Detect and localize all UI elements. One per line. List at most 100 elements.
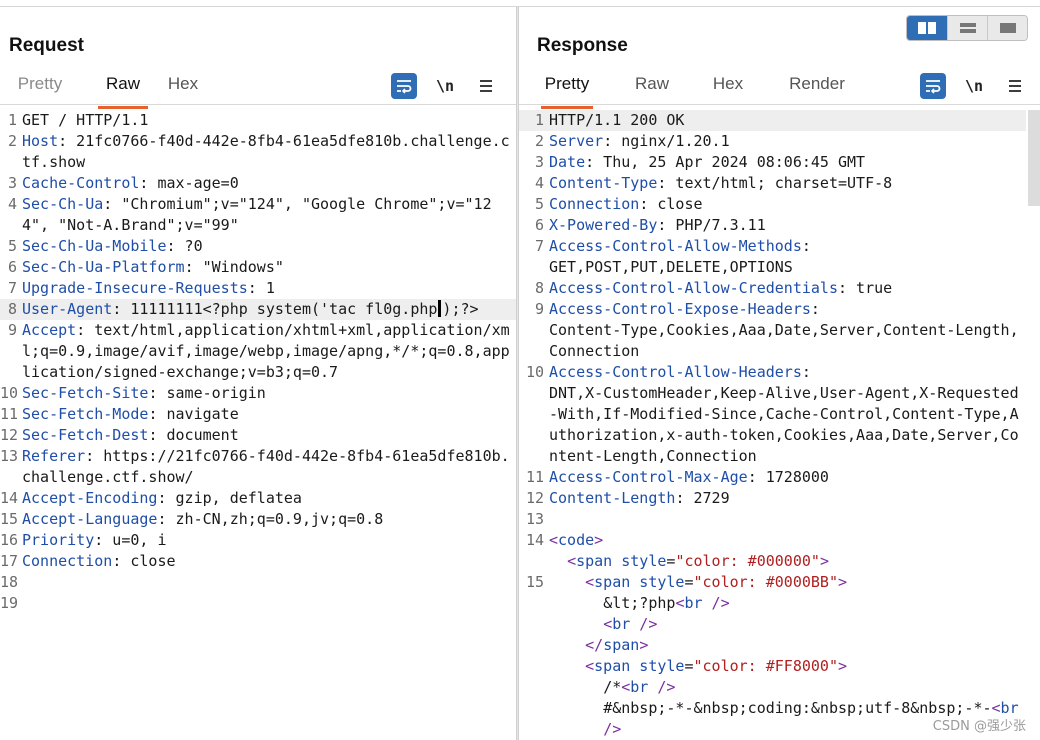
code-token: style [630,573,685,591]
line-content: Sec-Fetch-Mode: navigate [22,404,516,425]
code-line: 3 Date: Thu, 25 Apr 2024 08:06:45 GMT [519,152,1026,173]
line-content: Accept: text/html,application/xhtml+xml,… [22,320,516,383]
code-line: 8 Access-Control-Allow-Credentials: true [519,278,1026,299]
code-line: /*<br /> [519,677,1026,698]
code-token: /> [630,615,658,633]
header-name: Access-Control-Max-Age [549,468,748,486]
menu-icon[interactable] [1002,73,1028,99]
line-number: 3 [534,153,544,171]
header-name: Accept-Language [22,510,158,528]
request-title: Request [9,35,84,56]
code-token: : navigate [148,405,239,423]
side-by-side-layout-icon[interactable] [907,16,947,40]
stacked-layout-icon[interactable] [947,16,987,40]
newline-icon[interactable]: \n [432,73,458,99]
header-name: Date [549,153,586,171]
header-name: Upgrade-Insecure-Requests [22,279,248,297]
code-token: : same-origin [148,384,266,402]
line-content: <span style="color: #0000BB"> [549,572,1026,593]
response-tab-render[interactable]: Render [787,71,847,105]
request-tab-pretty[interactable]: Pretty [16,71,64,105]
code-token: </ [549,636,604,654]
header-name: Connection [22,552,113,570]
code-line: 6 X-Powered-By: PHP/7.3.11 [519,215,1026,236]
code-line: 11 Sec-Fetch-Mode: navigate [0,404,516,425]
line-content: GET / HTTP/1.1 [22,110,516,131]
code-line: 14 Accept-Encoding: gzip, deflatea [0,488,516,509]
request-editor[interactable]: 1 GET / HTTP/1.1 2 Host: 21fc0766-f40d-442e… [0,110,516,740]
line-content: </span> [549,635,1026,656]
line-number: 13 [0,447,19,465]
header-name: Sec-Fetch-Mode [22,405,149,423]
code-token: : "Windows" [184,258,284,276]
line-content: Sec-Ch-Ua: "Chromium";v="124", "Google C… [22,194,516,236]
code-token: /* [549,678,622,696]
header-name: Server [549,132,604,150]
line-number: 10 [525,363,544,381]
code-token: : nginx/1.20.1 [603,132,730,150]
line-number: 7 [534,237,544,255]
response-pane: Response Pretty Raw Hex Render \n 1 HTTP/… [519,7,1040,740]
line-number: 2 [7,132,17,150]
request-tab-hex[interactable]: Hex [166,71,200,105]
code-token: : https://21fc0766-f40d-442e-8fb4-61ea5d… [22,447,510,486]
line-number [519,698,549,740]
code-token: > [838,657,848,675]
code-token: : document [148,426,239,444]
request-tab-divider [0,104,516,105]
line-number: 4 [534,174,544,192]
code-line: 11 Access-Control-Max-Age: 1728000 [519,467,1026,488]
header-name: Cache-Control [22,174,140,192]
code-line: 9 Access-Control-Expose-Headers: Content-… [519,299,1026,362]
line-number: 12 [525,489,544,507]
code-line: 5 Connection: close [519,194,1026,215]
header-name: Host [22,132,59,150]
code-token: = [684,573,694,591]
line-number: 13 [525,510,544,528]
code-line: <span style="color: #000000"> [519,551,1026,572]
header-name: Referer [22,447,86,465]
menu-icon[interactable] [473,73,499,99]
line-number: 8 [7,300,17,318]
response-tab-raw[interactable]: Raw [633,71,671,105]
code-token: GET / HTTP/1.1 [22,111,149,129]
header-name: Accept-Encoding [22,489,158,507]
response-tab-hex[interactable]: Hex [711,71,745,105]
line-content: Cache-Control: max-age=0 [22,173,516,194]
line-number: 9 [534,300,544,318]
line-content: User-Agent: 11111111<?php system('tac fl… [22,299,516,320]
line-number: 15 [0,510,19,528]
code-token: : zh-CN,zh;q=0.9,jv;q=0.8 [157,510,384,528]
response-tab-pretty[interactable]: Pretty [541,71,593,109]
line-number: 2 [534,132,544,150]
line-number [519,551,549,572]
request-tab-raw[interactable]: Raw [98,71,148,109]
response-scrollbar[interactable] [1028,110,1040,206]
line-content [22,572,516,593]
code-token: < [549,615,613,633]
single-layout-icon[interactable] [987,16,1027,40]
newline-icon[interactable]: \n [961,73,987,99]
response-editor[interactable]: 1 HTTP/1.1 200 OK 2 Server: nginx/1.20.1 3 Da… [519,110,1040,740]
code-token: : text/html; charset=UTF-8 [657,174,893,192]
code-token: /> [603,720,622,738]
response-title: Response [537,35,628,56]
line-content: Sec-Ch-Ua-Platform: "Windows" [22,257,516,278]
line-content [549,509,1026,530]
header-name: Sec-Fetch-Dest [22,426,149,444]
line-content [22,593,516,614]
code-token: < [549,573,595,591]
code-token: < [549,552,577,570]
line-number: 14 [525,531,544,549]
code-line: <span style="color: #FF8000"> [519,656,1026,677]
code-line: 16 Priority: u=0, i [0,530,516,551]
line-content: <code> [549,530,1026,551]
line-content: &lt;?php<br /> [549,593,1026,614]
code-token: = [684,657,694,675]
wrap-lines-icon[interactable] [391,73,417,99]
code-token: #&nbsp;-*-&nbsp;coding:&nbsp;utf-8&nbsp;… [549,699,992,717]
code-token: : Thu, 25 Apr 2024 08:06:45 GMT [585,153,866,171]
code-token: : close [112,552,176,570]
wrap-lines-icon[interactable] [920,73,946,99]
code-line: 12 Content-Length: 2729 [519,488,1026,509]
